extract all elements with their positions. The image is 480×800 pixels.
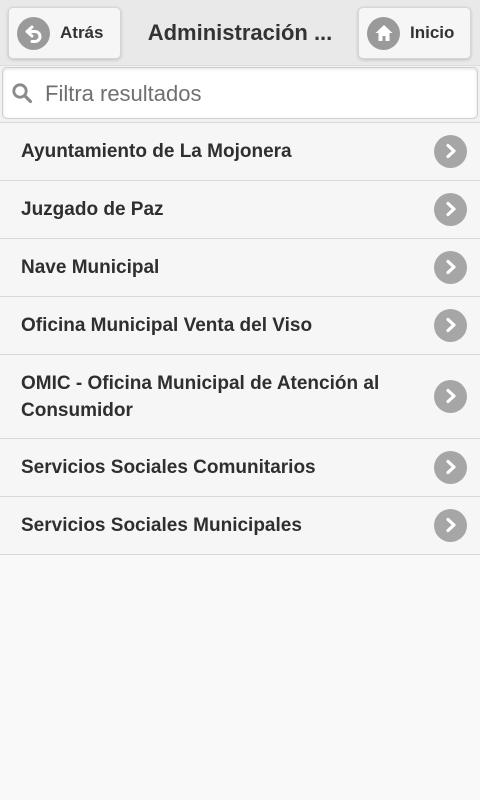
list-item-label: Servicios Sociales Comunitarios [21,457,316,478]
arrow-back-icon [17,16,50,50]
chevron-right-icon [434,250,467,284]
page-title: Administración ... [147,20,333,45]
list-item-label: OMIC - Oficina Municipal de Atención al … [21,372,380,421]
list-item-oficina-venta[interactable]: Oficina Municipal Venta del Viso [0,297,480,355]
chevron-right-icon [434,134,467,168]
list-item-servicios-municipales[interactable]: Servicios Sociales Municipales [0,497,480,555]
list-item-label: Oficina Municipal Venta del Viso [21,315,313,336]
list-item-servicios-comunitarios[interactable]: Servicios Sociales Comunitarios [0,439,480,497]
search-input[interactable] [45,74,465,114]
search-icon [12,83,33,104]
list-item-label: Servicios Sociales Municipales [21,515,302,536]
list-item-label: Nave Municipal [21,257,160,278]
home-button-label: Inicio [410,23,455,42]
list-item-ayuntamiento[interactable]: Ayuntamiento de La Mojonera [0,123,480,181]
list-item-omic[interactable]: OMIC - Oficina Municipal de Atención al … [0,355,480,439]
search-box [2,67,478,119]
home-icon [367,16,400,50]
list-item-label: Juzgado de Paz [21,199,164,220]
home-button[interactable]: Inicio [358,7,471,59]
list-item-nave[interactable]: Nave Municipal [0,239,480,297]
back-button-label: Atrás [60,23,104,42]
chevron-right-icon [434,192,467,226]
chevron-right-icon [434,379,467,413]
list-item-label: Ayuntamiento de La Mojonera [21,141,292,162]
chevron-right-icon [434,308,467,342]
results-list: Ayuntamiento de La Mojonera Juzgado de P… [0,122,480,555]
chevron-right-icon [434,508,467,542]
back-button[interactable]: Atrás [8,7,121,59]
header-bar: Atrás Administración ... Inicio [0,0,480,66]
chevron-right-icon [434,450,467,484]
search-bar [0,66,480,122]
list-item-juzgado[interactable]: Juzgado de Paz [0,181,480,239]
